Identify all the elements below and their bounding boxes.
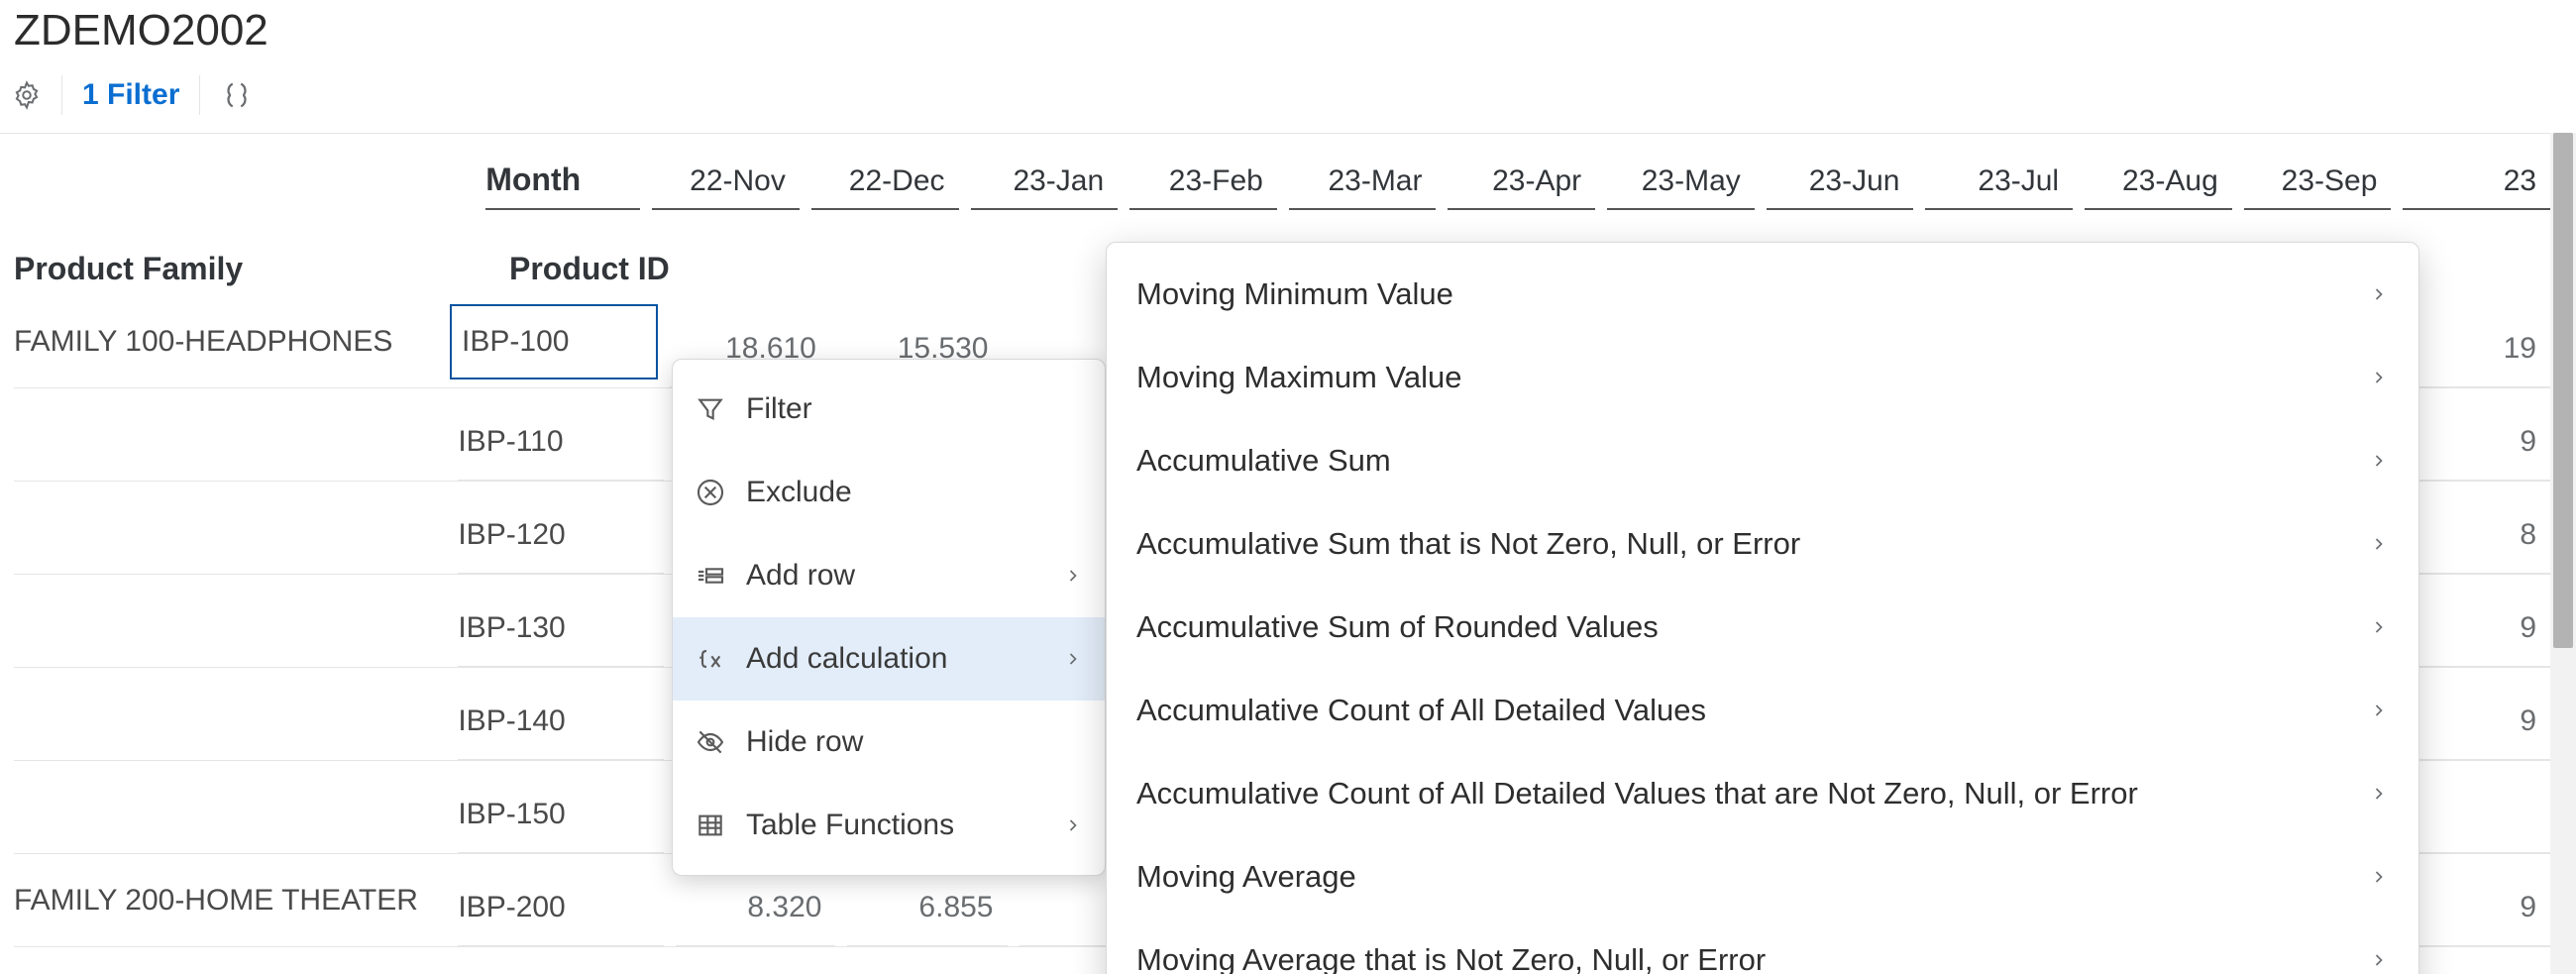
calc-submenu-item-label: Accumulative Sum — [1136, 443, 1391, 479]
chevron-right-icon — [1063, 815, 1083, 835]
chevron-right-icon — [2369, 451, 2389, 471]
toolbar-separator — [61, 75, 62, 115]
product-family-cell[interactable]: FAMILY 200-HOME THEATER — [14, 884, 458, 918]
vertical-scrollbar-track[interactable] — [2550, 133, 2576, 974]
calc-submenu-item[interactable]: Accumulative Sum of Rounded Values — [1107, 586, 2418, 669]
calc-submenu-item[interactable]: Accumulative Sum — [1107, 419, 2418, 502]
product-id-cell[interactable]: IBP-200 — [458, 871, 664, 946]
calc-submenu-item-label: Moving Average that is Not Zero, Null, o… — [1136, 942, 1766, 974]
month-header-cell[interactable]: 23-Jan — [971, 164, 1119, 210]
calc-submenu-item-label: Accumulative Count of All Detailed Value… — [1136, 776, 2138, 812]
month-header-cell[interactable]: 23-Mar — [1289, 164, 1437, 210]
chevron-right-icon — [2369, 368, 2389, 387]
add-calculation-submenu: Moving Minimum Value Moving Maximum Value… — [1106, 242, 2419, 974]
context-menu: Filter Exclude Add row Add calculation Hide … — [672, 359, 1106, 876]
vertical-scrollbar-thumb[interactable] — [2553, 133, 2573, 648]
month-dimension-label[interactable]: Month — [485, 162, 640, 210]
product-family-cell[interactable]: FAMILY 100-HEADPHONES — [14, 325, 460, 359]
context-menu-item-label: Hide row — [746, 725, 863, 759]
month-header-cell[interactable]: 22-Nov — [652, 164, 800, 210]
month-header-cell[interactable]: 23-Sep — [2244, 164, 2392, 210]
context-menu-item[interactable]: Add row — [673, 534, 1105, 617]
context-menu-item[interactable]: Hide row — [673, 701, 1105, 784]
product-id-cell[interactable]: IBP-140 — [458, 685, 664, 760]
page-title: ZDEMO2002 — [14, 6, 268, 55]
chevron-right-icon — [2369, 284, 2389, 304]
hide-icon — [695, 726, 726, 758]
month-header-cell[interactable]: 23-Feb — [1129, 164, 1277, 210]
calc-submenu-item[interactable]: Accumulative Sum that is Not Zero, Null,… — [1107, 502, 2418, 586]
context-menu-item-label: Filter — [746, 392, 812, 426]
calc-submenu-item-label: Moving Minimum Value — [1136, 276, 1453, 312]
chevron-right-icon — [2369, 784, 2389, 804]
addrow-icon — [695, 560, 726, 592]
month-header-cell[interactable]: 23-Jun — [1767, 164, 1914, 210]
calc-submenu-item[interactable]: Moving Minimum Value — [1107, 253, 2418, 336]
exclude-icon — [695, 477, 726, 508]
calc-submenu-item-label: Accumulative Sum of Rounded Values — [1136, 609, 1659, 645]
context-menu-item[interactable]: Exclude — [673, 451, 1105, 534]
product-id-cell[interactable]: IBP-120 — [458, 498, 664, 574]
product-id-cell[interactable]: IBP-130 — [458, 592, 664, 667]
calc-submenu-item[interactable]: Moving Maximum Value — [1107, 336, 2418, 419]
filter-icon — [695, 393, 726, 425]
calc-submenu-item-label: Moving Maximum Value — [1136, 360, 1461, 395]
context-menu-item-label: Exclude — [746, 476, 852, 509]
month-header-cell[interactable]: 23-Jul — [1925, 164, 2073, 210]
table-icon — [695, 810, 726, 841]
product-id-cell[interactable]: IBP-150 — [458, 778, 664, 853]
fx-icon — [695, 643, 726, 675]
header-divider — [0, 133, 2576, 134]
settings-icon[interactable] — [12, 80, 42, 110]
toolbar: 1 Filter — [12, 67, 254, 123]
calc-submenu-item[interactable]: Moving Average that is Not Zero, Null, o… — [1107, 919, 2418, 974]
month-header-cell[interactable]: 22-Dec — [811, 164, 959, 210]
calc-submenu-item[interactable]: Accumulative Count of All Detailed Value… — [1107, 669, 2418, 752]
context-menu-item-label: Table Functions — [746, 809, 954, 842]
month-header-cell[interactable]: 23 — [2403, 164, 2550, 210]
product-id-cell[interactable]: IBP-110 — [458, 405, 664, 481]
context-menu-item[interactable]: Add calculation — [673, 617, 1105, 701]
chevron-right-icon — [2369, 867, 2389, 887]
chevron-right-icon — [2369, 617, 2389, 637]
value-cell[interactable]: 8.320 — [676, 871, 835, 946]
value-cell[interactable]: 6.855 — [847, 871, 1007, 946]
chevron-right-icon — [1063, 566, 1083, 586]
calc-submenu-item[interactable]: Accumulative Count of All Detailed Value… — [1107, 752, 2418, 835]
product-family-header[interactable]: Product Family — [14, 251, 509, 295]
context-menu-item-label: Add row — [746, 559, 855, 593]
context-menu-item[interactable]: Table Functions — [673, 784, 1105, 867]
chevron-right-icon — [2369, 950, 2389, 970]
calc-submenu-item-label: Accumulative Sum that is Not Zero, Null,… — [1136, 526, 1800, 562]
calc-submenu-item-label: Accumulative Count of All Detailed Value… — [1136, 693, 1706, 728]
context-menu-item-label: Add calculation — [746, 642, 947, 676]
chevron-right-icon — [2369, 534, 2389, 554]
calc-submenu-item-label: Moving Average — [1136, 859, 1356, 895]
month-header-cell[interactable]: 23-May — [1607, 164, 1755, 210]
controls-icon[interactable] — [220, 78, 254, 112]
filter-label: 1 Filter — [82, 78, 179, 112]
product-id-cell[interactable]: IBP-100 — [450, 304, 658, 379]
month-header-row: Month 22-Nov22-Dec23-Jan23-Feb23-Mar23-A… — [14, 139, 2550, 210]
month-header-cell[interactable]: 23-Apr — [1448, 164, 1595, 210]
calc-submenu-item[interactable]: Moving Average — [1107, 835, 2418, 919]
chevron-right-icon — [1063, 649, 1083, 669]
chevron-right-icon — [2369, 701, 2389, 720]
toolbar-separator — [199, 75, 200, 115]
context-menu-item[interactable]: Filter — [673, 368, 1105, 451]
month-header-cell[interactable]: 23-Aug — [2085, 164, 2232, 210]
filter-button[interactable]: 1 Filter — [82, 78, 179, 112]
product-id-header[interactable]: Product ID — [509, 251, 777, 295]
